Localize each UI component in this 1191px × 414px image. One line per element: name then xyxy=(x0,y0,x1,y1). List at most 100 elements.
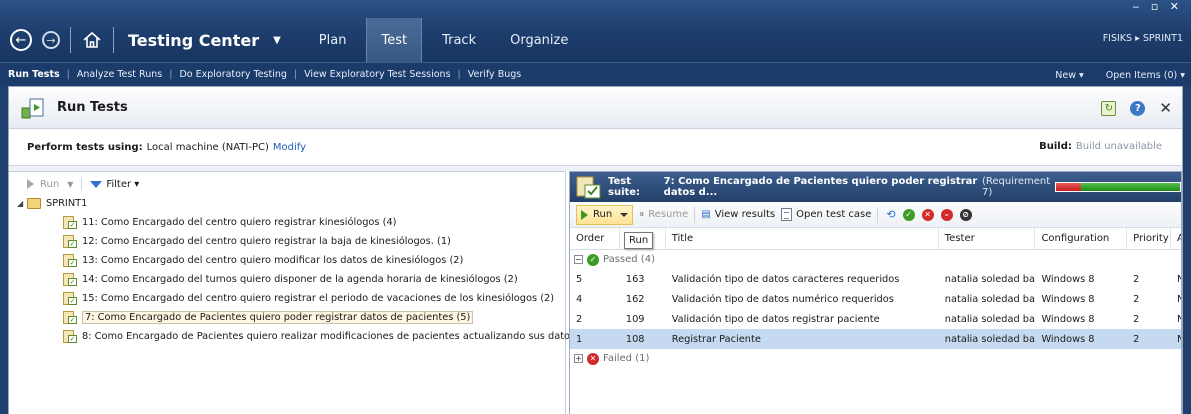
reset-to-active-icon[interactable]: ⟲ xyxy=(886,208,895,221)
run-dropdown-chevron-icon[interactable]: ▼ xyxy=(67,180,73,189)
menu-verify-bugs[interactable]: Verify Bugs xyxy=(461,69,529,80)
run-tests-page: Run Tests ↻ ? ✕ Perform tests using: Loc… xyxy=(8,86,1183,414)
run-icon xyxy=(581,209,588,220)
requirement-suite-icon: ✓ xyxy=(63,311,77,324)
suite-item[interactable]: ✓ 12: Como Encargado del centro quiero r… xyxy=(17,232,565,251)
build-value: Build unavailable xyxy=(1075,141,1162,152)
open-items-menu[interactable]: Open Items (0) ▾ xyxy=(1106,70,1185,81)
progress-failed-segment xyxy=(1056,183,1081,191)
table-row[interactable]: 2 109 Validación tipo de datos registrar… xyxy=(570,309,1181,329)
app-title: Testing Center xyxy=(128,30,260,50)
suite-item[interactable]: ✓ 14: Como Encargado del turnos quiero d… xyxy=(17,270,565,289)
suite-tree: ◢ SPRINT1 ✓ 11: Como Encargado del centr… xyxy=(9,194,592,346)
tree-root-label: SPRINT1 xyxy=(46,198,88,209)
table-row-selected[interactable]: 1 108 Registrar Paciente natalia soledad… xyxy=(570,329,1181,349)
close-icon[interactable]: ✕ xyxy=(1159,99,1172,117)
requirement-suite-icon: ✓ xyxy=(63,273,77,286)
block-test-icon[interactable]: – xyxy=(940,208,953,221)
back-icon[interactable]: ← xyxy=(10,29,32,51)
column-title[interactable]: Title xyxy=(666,228,939,249)
menu-exploratory-testing[interactable]: Do Exploratory Testing xyxy=(172,69,293,80)
title-bar: ‒ ▫ ✕ ← → Testing Center ▼ Plan Test Tra… xyxy=(0,0,1191,62)
run-tests-icon xyxy=(21,96,45,120)
resume-icon: ⏸ xyxy=(639,209,645,220)
folder-icon xyxy=(27,198,41,209)
tree-root[interactable]: ◢ SPRINT1 xyxy=(17,194,565,213)
failed-icon: ✕ xyxy=(587,352,599,365)
suite-item[interactable]: ✓ 13: Como Encargado del centro quiero m… xyxy=(17,251,565,270)
suite-item[interactable]: ✓ 11: Como Encargado del centro quiero r… xyxy=(17,213,565,232)
tab-test[interactable]: Test xyxy=(366,18,423,62)
collapse-icon[interactable]: − xyxy=(574,255,583,264)
nav-divider xyxy=(70,27,71,53)
home-icon[interactable] xyxy=(81,29,103,51)
perform-label: Perform tests using: xyxy=(27,141,143,153)
project-breadcrumb[interactable]: FISIKS ▸ SPRINT1 xyxy=(1103,33,1183,44)
suite-item[interactable]: ✓ 15: Como Encargado del centro quiero r… xyxy=(17,289,565,308)
refresh-icon[interactable]: ↻ xyxy=(1101,100,1117,116)
requirement-suite-icon xyxy=(576,175,602,199)
table-row[interactable]: 4 162 Validación tipo de datos numérico … xyxy=(570,289,1181,309)
app-menu-chevron-icon[interactable]: ▼ xyxy=(273,35,281,46)
nav-divider xyxy=(113,27,114,53)
perform-value: Local machine (NATI-PC) xyxy=(146,141,269,153)
group-failed[interactable]: + ✕ Failed (1) xyxy=(570,349,1181,368)
page-title: Run Tests xyxy=(57,100,128,115)
suite-name: 7: Como Encargado de Pacientes quiero po… xyxy=(663,176,978,198)
pass-test-icon[interactable]: ✓ xyxy=(902,208,915,221)
requirement-suite-icon: ✓ xyxy=(63,235,77,248)
passed-icon: ✓ xyxy=(587,253,599,266)
activity-menu: Run Tests | Analyze Test Runs | Do Explo… xyxy=(0,62,1191,86)
run-split-button[interactable]: Run xyxy=(576,204,634,225)
suite-item-selected[interactable]: ✓ 7: Como Encargado de Pacientes quiero … xyxy=(17,308,565,327)
collapse-icon[interactable]: ◢ xyxy=(17,199,27,208)
test-settings-bar: Perform tests using: Local machine (NATI… xyxy=(9,129,1182,166)
column-configuration[interactable]: Configuration xyxy=(1035,228,1128,249)
run-dropdown-chevron-icon[interactable] xyxy=(620,212,629,217)
column-a[interactable]: A xyxy=(1171,228,1181,249)
view-results-icon: ▤ xyxy=(701,209,711,220)
tab-track[interactable]: Track xyxy=(428,18,490,62)
filter-button[interactable]: Filter ▾ xyxy=(90,179,139,190)
tab-organize[interactable]: Organize xyxy=(496,18,582,62)
requirement-link[interactable]: (Requirement 7) xyxy=(982,176,1051,198)
resume-button[interactable]: ⏸ Resume xyxy=(639,209,688,220)
requirement-suite-icon: ✓ xyxy=(63,330,77,343)
forward-icon[interactable]: → xyxy=(42,31,60,49)
table-row[interactable]: 5 163 Validación tipo de datos caractere… xyxy=(570,269,1181,289)
run-button[interactable]: Run xyxy=(40,179,59,190)
suite-item[interactable]: ✓ 8: Como Encargado de Pacientes quiero … xyxy=(17,327,592,346)
expand-icon[interactable]: + xyxy=(574,354,583,363)
new-menu[interactable]: New ▾ xyxy=(1055,70,1084,81)
open-test-case-button[interactable]: Open test case xyxy=(781,208,871,221)
requirement-suite-icon: ✓ xyxy=(63,292,77,305)
suite-label: Test suite: xyxy=(608,176,641,198)
hub-nav: ← → Testing Center ▼ Plan Test Track Org… xyxy=(0,18,588,62)
column-priority[interactable]: Priority xyxy=(1127,228,1172,249)
menu-run-tests[interactable]: Run Tests xyxy=(0,69,67,80)
filter-icon xyxy=(90,180,103,188)
menu-analyze-test-runs[interactable]: Analyze Test Runs xyxy=(70,69,169,80)
requirement-suite-icon: ✓ xyxy=(63,254,77,267)
menu-exploratory-sessions[interactable]: View Exploratory Test Sessions xyxy=(297,69,457,80)
tab-plan[interactable]: Plan xyxy=(305,18,361,62)
run-button-label[interactable]: Run xyxy=(593,209,612,220)
modify-link[interactable]: Modify xyxy=(273,142,306,153)
group-passed[interactable]: − ✓ Passed (4) xyxy=(570,250,1181,269)
suite-header: Test suite: 7: Como Encargado de Pacient… xyxy=(570,172,1181,202)
requirement-suite-icon: ✓ xyxy=(63,216,77,229)
view-results-button[interactable]: ▤ View results xyxy=(701,209,775,220)
column-order[interactable]: Order xyxy=(570,228,620,249)
suite-progress-bar xyxy=(1055,182,1181,192)
not-applicable-icon[interactable]: ⊘ xyxy=(959,208,972,221)
fail-test-icon[interactable]: ✕ xyxy=(921,208,934,221)
test-toolbar: Run ⏸ Resume ▤ View results Open test ca… xyxy=(570,202,1181,228)
help-icon[interactable]: ? xyxy=(1130,100,1146,116)
column-tester[interactable]: Tester xyxy=(939,228,1036,249)
window-controls[interactable]: ‒ ▫ ✕ xyxy=(1132,0,1183,13)
progress-passed-segment xyxy=(1080,183,1180,191)
page-header: Run Tests ↻ ? ✕ xyxy=(9,87,1182,129)
suite-tree-pane: Run ▼ Filter ▾ ◢ SPRINT1 ✓ 11: Como Enca… xyxy=(9,171,592,414)
grid-header: Order ID Title Tester Configuration Prio… xyxy=(570,228,1181,250)
build-label: Build: xyxy=(1039,141,1072,152)
